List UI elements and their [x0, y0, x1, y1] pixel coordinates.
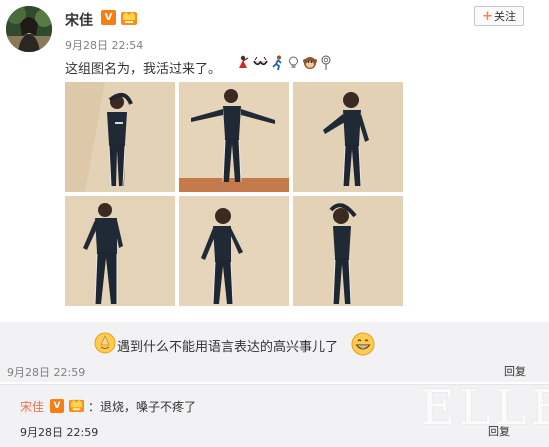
follow-button[interactable]: + 关注 — [474, 6, 524, 26]
reply-verified-badge-icon: V — [50, 399, 64, 413]
pray-emoji-icon — [94, 332, 116, 358]
comment-text: 遇到什么不能用语言表达的高兴事儿了 — [117, 340, 339, 355]
verified-badge-icon: V — [101, 10, 116, 25]
vip-crown-icon — [120, 9, 138, 26]
photo-2[interactable] — [179, 82, 289, 192]
follow-label: 关注 — [493, 10, 516, 23]
grin-emoji-icon — [351, 332, 375, 360]
comment-timestamp[interactable]: 9月28日 22:59 — [7, 364, 85, 380]
post-text: 这组图名为，我活过来了。 — [65, 62, 222, 77]
plus-icon: + — [482, 8, 493, 24]
photo-1[interactable] — [65, 82, 175, 192]
photo-5[interactable] — [179, 196, 289, 306]
photo-6[interactable] — [293, 196, 403, 306]
reply-timestamp[interactable]: 9月28日 22:59 — [20, 424, 98, 440]
post-timestamp[interactable]: 9月28日 22:54 — [65, 37, 143, 53]
emoji-row — [236, 55, 332, 71]
avatar[interactable] — [6, 6, 52, 52]
bulb-icon — [287, 55, 300, 71]
dancer-icon — [236, 55, 251, 71]
bra-icon — [253, 55, 268, 71]
reply-vip-crown-icon — [68, 397, 85, 413]
post-username[interactable]: 宋佳 — [65, 10, 93, 30]
comment-reply-button[interactable]: 回复 — [504, 363, 526, 379]
reply-username[interactable]: 宋佳 — [20, 398, 44, 415]
photo-grid — [65, 82, 404, 307]
photo-4[interactable] — [65, 196, 175, 306]
photo-3[interactable] — [293, 82, 403, 192]
reply-text: ：退烧，嗓子不疼了 — [88, 400, 197, 414]
monkey-icon — [302, 55, 318, 71]
lollipop-icon — [320, 55, 332, 71]
running-icon — [270, 55, 285, 71]
elle-watermark: ELLE — [420, 380, 549, 436]
